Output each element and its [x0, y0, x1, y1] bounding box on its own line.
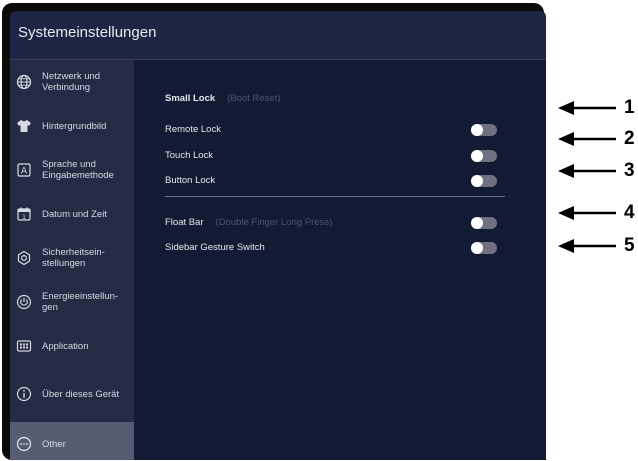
- sidebar-item-other[interactable]: Other: [10, 422, 134, 460]
- sidebar-item-label: Hintergrundbild: [42, 120, 107, 132]
- float-bar-hint: (Double Finger Long Press): [215, 217, 333, 228]
- svg-text:1: 1: [22, 214, 26, 221]
- left-arrow-icon: [558, 101, 616, 115]
- security-icon: [17, 250, 31, 266]
- sidebar-item-security[interactable]: Sicherheitsein- stellungen: [10, 236, 134, 280]
- setting-label: Touch Lock: [165, 150, 214, 161]
- calendar-icon: 1: [17, 207, 31, 221]
- title-bar: Systemeinstellungen: [10, 11, 546, 60]
- callout-3: 3: [558, 160, 638, 182]
- sidebar-item-label: Über dieses Gerät: [42, 388, 120, 400]
- sidebar: Netzwerk und Verbindung Hintergrundbild …: [10, 60, 134, 460]
- globe-icon: [16, 74, 32, 90]
- setting-row-float-bar: Float Bar (Double Finger Long Press): [165, 215, 505, 231]
- section-header-small-lock: Small Lock (Boot Reset): [165, 91, 505, 107]
- callout-1: 1: [558, 97, 638, 119]
- setting-label: Button Lock: [165, 175, 216, 186]
- left-arrow-icon: [558, 164, 616, 178]
- callout-2: 2: [558, 128, 638, 150]
- sidebar-item-label: Energieeinstellun- gen: [42, 291, 119, 313]
- setting-label: Sidebar Gesture Switch: [165, 242, 265, 253]
- button-lock-toggle[interactable]: [471, 175, 497, 187]
- left-arrow-icon: [558, 132, 616, 146]
- settings-screen: Systemeinstellungen Netzwerk und Verbind…: [10, 11, 546, 460]
- sidebar-item-label: Sicherheitsein- stellungen: [42, 247, 105, 269]
- section-title: Small Lock (Boot Reset): [165, 93, 281, 104]
- shirt-icon: [17, 120, 31, 132]
- section-title-text: Small Lock: [165, 93, 216, 104]
- keyboard-a-icon: A: [17, 163, 31, 177]
- sidebar-gesture-toggle[interactable]: [471, 242, 497, 254]
- setting-label: Float Bar (Double Finger Long Press): [165, 217, 332, 228]
- sidebar-item-language[interactable]: A Sprache und Eingabemethode: [10, 148, 134, 192]
- callout-number: 3: [624, 160, 635, 181]
- callout-number: 2: [624, 128, 635, 149]
- sidebar-item-label: Sprache und Eingabemethode: [42, 159, 114, 181]
- toggle-knob: [471, 150, 483, 162]
- callout-4: 4: [558, 202, 638, 224]
- power-icon: [16, 294, 32, 310]
- sidebar-item-power[interactable]: Energieeinstellun- gen: [10, 280, 134, 324]
- sidebar-item-label: Netzwerk und Verbindung: [42, 71, 101, 93]
- callout-number: 1: [624, 97, 635, 118]
- setting-row-touch-lock: Touch Lock: [165, 148, 505, 164]
- setting-row-button-lock: Button Lock: [165, 173, 505, 189]
- left-arrow-icon: [558, 239, 616, 253]
- svg-text:A: A: [21, 167, 28, 177]
- page-title: Systemeinstellungen: [18, 24, 157, 41]
- sidebar-item-date-time[interactable]: 1 Datum und Zeit: [10, 192, 134, 236]
- device-frame: Systemeinstellungen Netzwerk und Verbind…: [2, 3, 546, 460]
- section-hint: (Boot Reset): [227, 93, 281, 104]
- callout-number: 4: [624, 202, 635, 223]
- float-bar-toggle[interactable]: [471, 217, 497, 229]
- toggle-knob: [471, 217, 483, 229]
- sidebar-item-label: Application: [42, 340, 89, 352]
- sidebar-item-wallpaper[interactable]: Hintergrundbild: [10, 104, 134, 148]
- setting-row-sidebar-gesture: Sidebar Gesture Switch: [165, 240, 505, 256]
- remote-lock-toggle[interactable]: [471, 124, 497, 136]
- touch-lock-toggle[interactable]: [471, 150, 497, 162]
- settings-content: Small Lock (Boot Reset) Remote Lock Touch…: [134, 60, 546, 460]
- sidebar-item-network[interactable]: Netzwerk und Verbindung: [10, 60, 134, 104]
- callout-number: 5: [624, 235, 635, 256]
- section-divider: [165, 196, 505, 197]
- callout-5: 5: [558, 235, 638, 257]
- toggle-knob: [471, 242, 483, 254]
- left-arrow-icon: [558, 206, 616, 220]
- info-icon: [16, 386, 32, 402]
- apps-grid-icon: [16, 340, 32, 352]
- sidebar-item-label: Datum und Zeit: [42, 208, 107, 220]
- sidebar-item-label: Other: [42, 438, 66, 450]
- more-icon: [16, 436, 32, 452]
- float-bar-label: Float Bar: [165, 217, 204, 228]
- sidebar-item-application[interactable]: Application: [10, 324, 134, 368]
- toggle-knob: [471, 124, 483, 136]
- sidebar-item-about[interactable]: Über dieses Gerät: [10, 372, 134, 416]
- setting-label: Remote Lock: [165, 124, 221, 135]
- toggle-knob: [471, 175, 483, 187]
- setting-row-remote-lock: Remote Lock: [165, 122, 505, 138]
